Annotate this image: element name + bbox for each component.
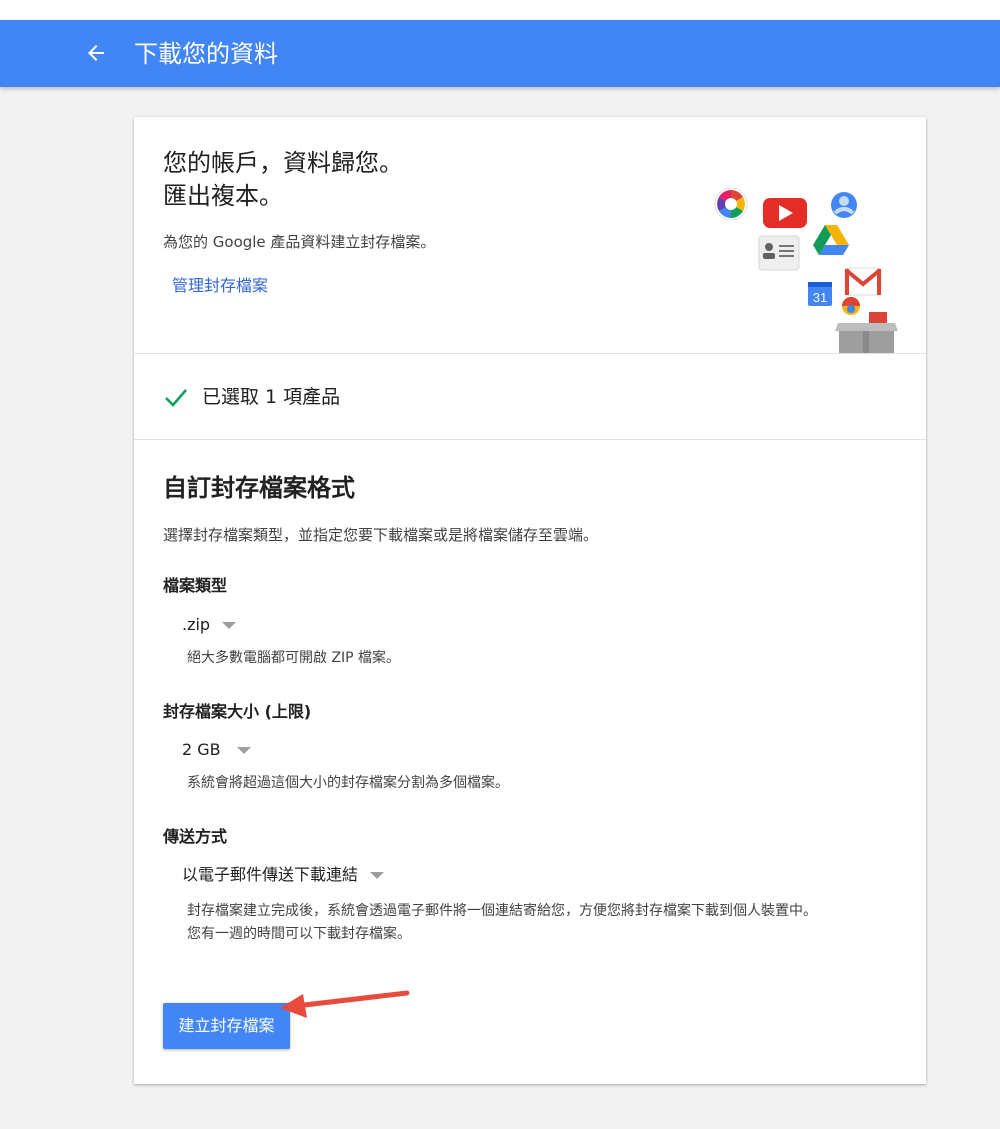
hero-heading-line2: 匯出複本。 [163, 182, 283, 210]
archive-size-label: 封存檔案大小 (上限) [163, 702, 312, 721]
app-bar: 下載您的資料 [0, 20, 1000, 87]
drive-icon [813, 225, 849, 255]
archive-box-icon [835, 297, 898, 353]
format-section-title: 自訂封存檔案格式 [163, 474, 355, 502]
annotation-arrow-icon [280, 990, 410, 1018]
contacts-icon [758, 235, 800, 271]
delivery-hint-line1: 封存檔案建立完成後，系統會透過電子郵件將一個連結寄給您，方便您將封存檔案下載到個… [187, 903, 817, 919]
calendar-icon: 31 [808, 282, 832, 306]
dropdown-arrow-icon [236, 746, 251, 754]
archive-size-select[interactable]: 2 GB [182, 739, 251, 761]
google-products-illustration: 31 [714, 187, 898, 353]
delivery-method-label: 傳送方式 [163, 827, 228, 846]
dropdown-arrow-icon [370, 871, 385, 879]
file-type-value: .zip [182, 615, 211, 634]
hero-heading: 您的帳戶，資料歸您。 匯出複本。 [163, 147, 403, 213]
archive-size-hint: 系統會將超過這個大小的封存檔案分割為多個檔案。 [187, 775, 509, 791]
selected-products-text: 已選取 1 項產品 [202, 386, 341, 408]
back-button[interactable] [80, 37, 112, 69]
divider [134, 439, 926, 440]
delivery-method-select[interactable]: 以電子郵件傳送下載連結 [182, 864, 385, 886]
manage-archives-link[interactable]: 管理封存檔案 [172, 275, 268, 297]
delivery-method-value: 以電子郵件傳送下載連結 [182, 865, 359, 884]
hero-subtitle: 為您的 Google 產品資料建立封存檔案。 [163, 233, 436, 251]
gmail-icon [844, 267, 882, 296]
hero-heading-line1: 您的帳戶，資料歸您。 [163, 149, 403, 177]
hero-section: 您的帳戶，資料歸您。 匯出複本。 為您的 Google 產品資料建立封存檔案。 … [134, 117, 926, 353]
dropdown-arrow-icon [222, 621, 237, 629]
file-type-label: 檔案類型 [163, 576, 228, 595]
selected-products-row[interactable]: 已選取 1 項產品 [134, 354, 926, 440]
calendar-day: 31 [813, 290, 827, 305]
top-strip [0, 0, 1000, 20]
delivery-method-hint: 封存檔案建立完成後，系統會透過電子郵件將一個連結寄給您，方便您將封存檔案下載到個… [187, 900, 817, 946]
arrow-back-icon [88, 45, 104, 61]
delivery-hint-line2: 您有一週的時間可以下載封存檔案。 [187, 926, 411, 942]
file-type-select[interactable]: .zip [182, 614, 237, 636]
profile-icon [831, 192, 857, 218]
format-description: 選擇封存檔案類型，並指定您要下載檔案或是將檔案儲存至雲端。 [163, 526, 599, 544]
youtube-icon [763, 198, 807, 228]
picasa-icon [714, 187, 748, 221]
takeout-card: 您的帳戶，資料歸您。 匯出複本。 為您的 Google 產品資料建立封存檔案。 … [134, 117, 926, 1084]
file-type-hint: 絕大多數電腦都可開啟 ZIP 檔案。 [187, 650, 401, 666]
page-title: 下載您的資料 [134, 40, 278, 68]
check-icon [165, 389, 187, 407]
archive-size-value: 2 GB [182, 740, 221, 759]
